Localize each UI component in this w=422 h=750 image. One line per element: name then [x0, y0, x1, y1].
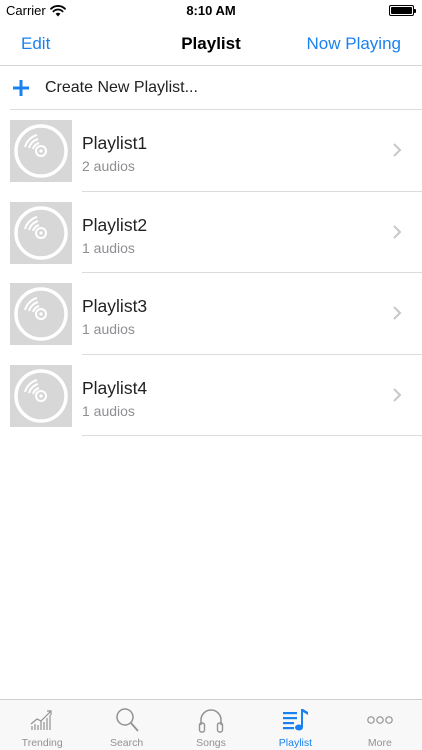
- playlist-list: Playlist1 2 audios Playlist2 1 audios Pl…: [0, 110, 422, 436]
- playlist-name: Playlist1: [82, 133, 148, 153]
- trending-icon: [27, 706, 57, 734]
- plus-icon: [13, 80, 29, 96]
- playlist-name: Playlist2: [82, 214, 148, 235]
- now-playing-button[interactable]: Now Playing: [307, 34, 402, 54]
- tab-label: Songs: [196, 737, 226, 749]
- chevron-right-icon: [393, 143, 402, 157]
- disc-icon: [10, 120, 72, 182]
- chevron-right-icon: [393, 306, 402, 320]
- disc-icon: [10, 201, 72, 264]
- playlist-row[interactable]: Playlist4 1 audios: [0, 355, 422, 436]
- playlist-row[interactable]: Playlist3 1 audios: [0, 273, 422, 355]
- status-bar: Carrier 8:10 AM: [0, 0, 422, 22]
- playlist-row[interactable]: Playlist2 1 audios: [0, 192, 422, 273]
- disc-icon: [10, 283, 72, 345]
- disc-icon: [10, 364, 72, 427]
- divider: [82, 435, 422, 436]
- tab-search[interactable]: Search: [84, 700, 168, 750]
- tab-label: More: [367, 737, 392, 749]
- more-icon: [365, 706, 395, 734]
- playlist-row[interactable]: Playlist1 2 audios: [0, 110, 422, 192]
- chevron-right-icon: [393, 224, 402, 239]
- tab-label: Playlist: [278, 737, 313, 749]
- playlist-name: Playlist4: [82, 377, 148, 398]
- chevron-right-icon: [393, 387, 402, 402]
- playlist-name: Playlist3: [82, 296, 148, 316]
- playlist-count: 1 audios: [82, 321, 135, 337]
- tab-label: Search: [109, 737, 144, 749]
- battery-icon: [389, 5, 416, 16]
- create-playlist-row[interactable]: Create New Playlist...: [0, 66, 422, 110]
- headphones-icon: [196, 706, 226, 734]
- tab-songs[interactable]: Songs: [169, 700, 253, 750]
- playlist-icon: [280, 706, 310, 734]
- playlist-count: 1 audios: [82, 239, 135, 256]
- search-icon: [112, 706, 142, 734]
- tab-bar: Trending Search Songs Playlist More: [0, 699, 422, 750]
- create-playlist-label: Create New Playlist...: [45, 79, 198, 96]
- playlist-count: 1 audios: [82, 402, 135, 419]
- status-time: 8:10 AM: [186, 3, 236, 18]
- navigation-bar: Edit Playlist Now Playing: [0, 22, 422, 66]
- tab-playlist[interactable]: Playlist: [253, 700, 337, 750]
- tab-more[interactable]: More: [338, 700, 422, 750]
- edit-button[interactable]: Edit: [21, 34, 50, 54]
- tab-trending[interactable]: Trending: [0, 700, 84, 750]
- playlist-count: 2 audios: [82, 158, 135, 174]
- tab-label: Trending: [21, 737, 63, 749]
